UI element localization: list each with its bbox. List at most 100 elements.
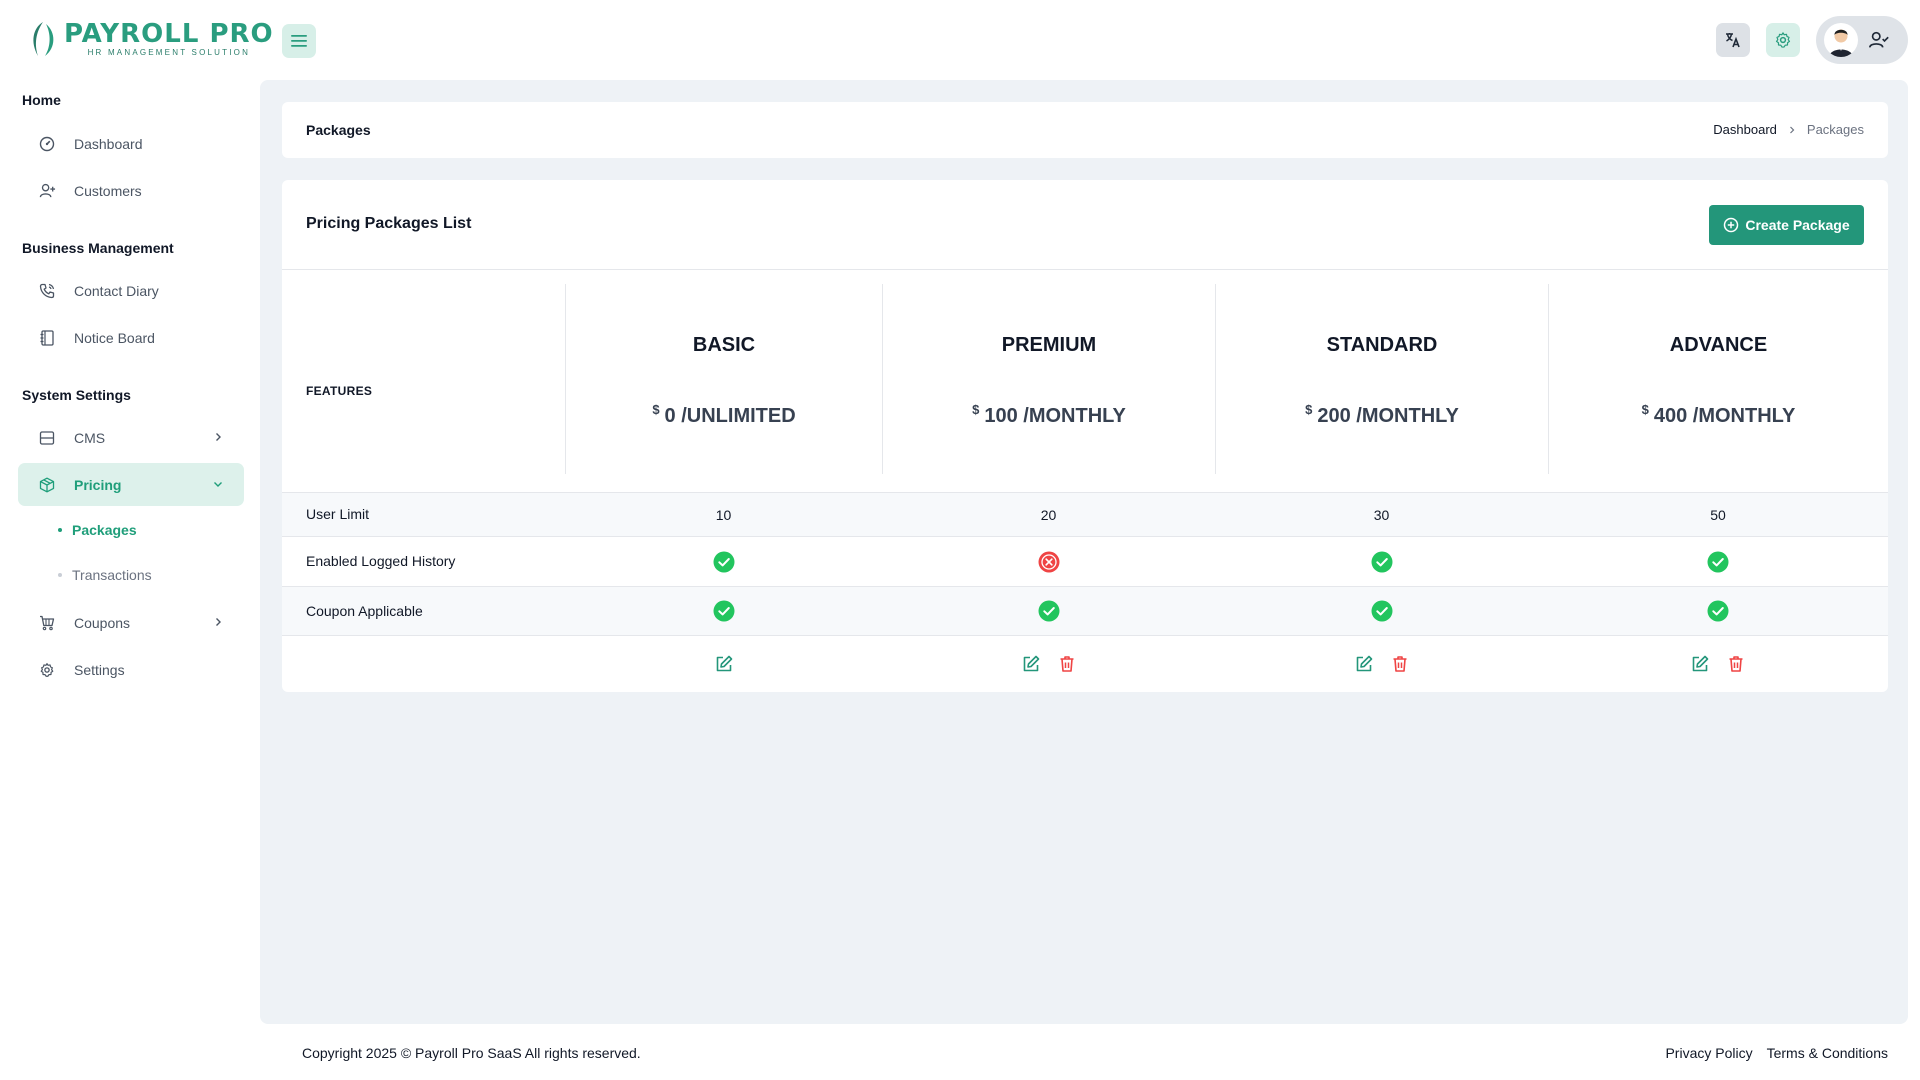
delete-package-button[interactable] bbox=[1724, 652, 1748, 676]
check-circle-icon bbox=[1371, 600, 1392, 622]
chevron-down-icon bbox=[214, 482, 222, 487]
feature-cell bbox=[1215, 587, 1548, 635]
actions-row bbox=[282, 635, 1888, 692]
sidebar-toggle-button[interactable] bbox=[282, 24, 316, 58]
feature-name: Enabled Logged History bbox=[306, 553, 456, 569]
currency-symbol: $ bbox=[652, 402, 660, 417]
main-content: Packages Dashboard Packages Pricing Pack… bbox=[260, 80, 1908, 1024]
language-button[interactable] bbox=[1716, 23, 1750, 57]
sidebar-item-dashboard[interactable]: Dashboard bbox=[18, 122, 244, 165]
sidebar-item-pricing[interactable]: Pricing bbox=[18, 463, 244, 506]
edit-package-button[interactable] bbox=[1688, 652, 1712, 676]
currency-symbol: $ bbox=[972, 402, 980, 417]
user-check-icon bbox=[1869, 31, 1889, 48]
edit-package-button[interactable] bbox=[1019, 652, 1043, 676]
card-title: Pricing Packages List bbox=[306, 215, 472, 232]
translate-icon bbox=[1726, 33, 1740, 48]
page-title: Packages bbox=[306, 122, 371, 138]
delete-package-button[interactable] bbox=[1388, 652, 1412, 676]
price-amount: 100 bbox=[984, 405, 1018, 427]
sidebar-subitem-transactions[interactable]: Transactions bbox=[58, 563, 152, 587]
avatar bbox=[1824, 23, 1858, 57]
hamburger-icon bbox=[291, 35, 307, 47]
plan-name: STANDARD bbox=[1326, 334, 1438, 356]
sidebar-item-label: Customers bbox=[74, 182, 142, 199]
sidebar-item-label: CMS bbox=[74, 429, 106, 446]
user-plus-icon bbox=[38, 182, 56, 200]
actions-cell bbox=[1548, 636, 1888, 692]
check-circle-icon bbox=[1038, 600, 1059, 622]
sidebar-subitem-packages[interactable]: Packages bbox=[58, 518, 137, 542]
feature-value: 10 bbox=[715, 506, 732, 523]
nav-section-system: System Settings bbox=[22, 387, 131, 403]
phone-icon bbox=[38, 282, 56, 300]
sidebar-item-contact-diary[interactable]: Contact Diary bbox=[18, 269, 244, 312]
chevron-right-icon bbox=[216, 433, 221, 441]
price-amount: 400 bbox=[1653, 405, 1688, 427]
sidebar-item-label: Contact Diary bbox=[74, 282, 159, 299]
brand-logo[interactable]: PAYROLL PRO HR MANAGEMENT SOLUTION bbox=[26, 20, 274, 58]
profile-menu[interactable] bbox=[1816, 16, 1908, 64]
gear-icon bbox=[38, 661, 56, 679]
trash-icon bbox=[1729, 656, 1743, 672]
price-period: /UNLIMITED bbox=[681, 405, 796, 427]
breadcrumb-current: Packages bbox=[1806, 122, 1864, 137]
feature-row: User Limit 10 20 30 50 bbox=[282, 492, 1888, 536]
delete-package-button[interactable] bbox=[1055, 652, 1079, 676]
sidebar-subitem-label: Packages bbox=[72, 522, 137, 538]
sidebar-subitem-label: Transactions bbox=[72, 567, 152, 583]
settings-button[interactable] bbox=[1766, 23, 1800, 57]
brand-tagline: HR MANAGEMENT SOLUTION bbox=[87, 48, 251, 57]
price-amount: 0 bbox=[664, 405, 676, 427]
terms-link[interactable]: Terms & Conditions bbox=[1767, 1045, 1888, 1061]
privacy-policy-link[interactable]: Privacy Policy bbox=[1665, 1045, 1752, 1061]
feature-cell bbox=[1548, 587, 1888, 635]
sidebar-item-label: Notice Board bbox=[74, 329, 155, 346]
sidebar-item-label: Coupons bbox=[74, 614, 131, 631]
chevron-right-icon bbox=[216, 618, 221, 626]
gear-icon bbox=[1775, 32, 1791, 48]
chevron-right-icon bbox=[1789, 126, 1795, 133]
feature-cell bbox=[1215, 537, 1548, 586]
sidebar-item-coupons[interactable]: Coupons bbox=[18, 601, 244, 644]
actions-cell bbox=[565, 636, 882, 692]
page-header: Packages Dashboard Packages bbox=[282, 102, 1888, 158]
layout-icon bbox=[38, 429, 56, 447]
edit-icon bbox=[716, 655, 732, 672]
user-avatar-icon bbox=[1829, 29, 1853, 57]
actions-cell bbox=[882, 636, 1215, 692]
sidebar-item-customers[interactable]: Customers bbox=[18, 169, 244, 212]
edit-icon bbox=[1692, 655, 1709, 672]
dashboard-gauge-icon bbox=[38, 135, 56, 153]
sidebar-item-notice-board[interactable]: Notice Board bbox=[18, 316, 244, 359]
nav-section-business: Business Management bbox=[22, 240, 174, 256]
currency-symbol: $ bbox=[1641, 402, 1649, 417]
edit-icon bbox=[1356, 655, 1372, 672]
sidebar-item-settings[interactable]: Settings bbox=[18, 648, 244, 691]
edit-package-button[interactable] bbox=[712, 652, 736, 676]
feature-value: 30 bbox=[1373, 506, 1390, 523]
edit-package-button[interactable] bbox=[1352, 652, 1376, 676]
x-circle-icon bbox=[1038, 551, 1059, 572]
bullet-dot bbox=[58, 573, 62, 577]
footer-links: Privacy Policy Terms & Conditions bbox=[1665, 1045, 1888, 1061]
feature-value: 20 bbox=[1040, 506, 1057, 523]
check-circle-icon bbox=[1371, 551, 1392, 572]
shopping-cart-icon bbox=[38, 614, 56, 632]
bullet-dot bbox=[58, 528, 62, 532]
sidebar-item-cms[interactable]: CMS bbox=[18, 416, 244, 459]
feature-name: User Limit bbox=[306, 506, 370, 522]
plan-name: PREMIUM bbox=[1001, 334, 1097, 356]
sidebar-item-label: Dashboard bbox=[74, 135, 143, 152]
feature-cell: 20 bbox=[882, 493, 1215, 536]
trash-icon bbox=[1393, 656, 1406, 672]
breadcrumb-dashboard-link[interactable]: Dashboard bbox=[1713, 122, 1777, 137]
feature-cell bbox=[1548, 537, 1888, 586]
pricing-packages-card: Pricing Packages List Create Package FEA… bbox=[282, 180, 1888, 692]
feature-cell bbox=[565, 537, 882, 586]
create-package-button[interactable]: Create Package bbox=[1709, 205, 1864, 245]
price-amount: 200 bbox=[1317, 405, 1351, 427]
feature-value: 50 bbox=[1710, 506, 1726, 523]
feature-cell: 30 bbox=[1215, 493, 1548, 536]
currency-symbol: $ bbox=[1305, 402, 1313, 417]
